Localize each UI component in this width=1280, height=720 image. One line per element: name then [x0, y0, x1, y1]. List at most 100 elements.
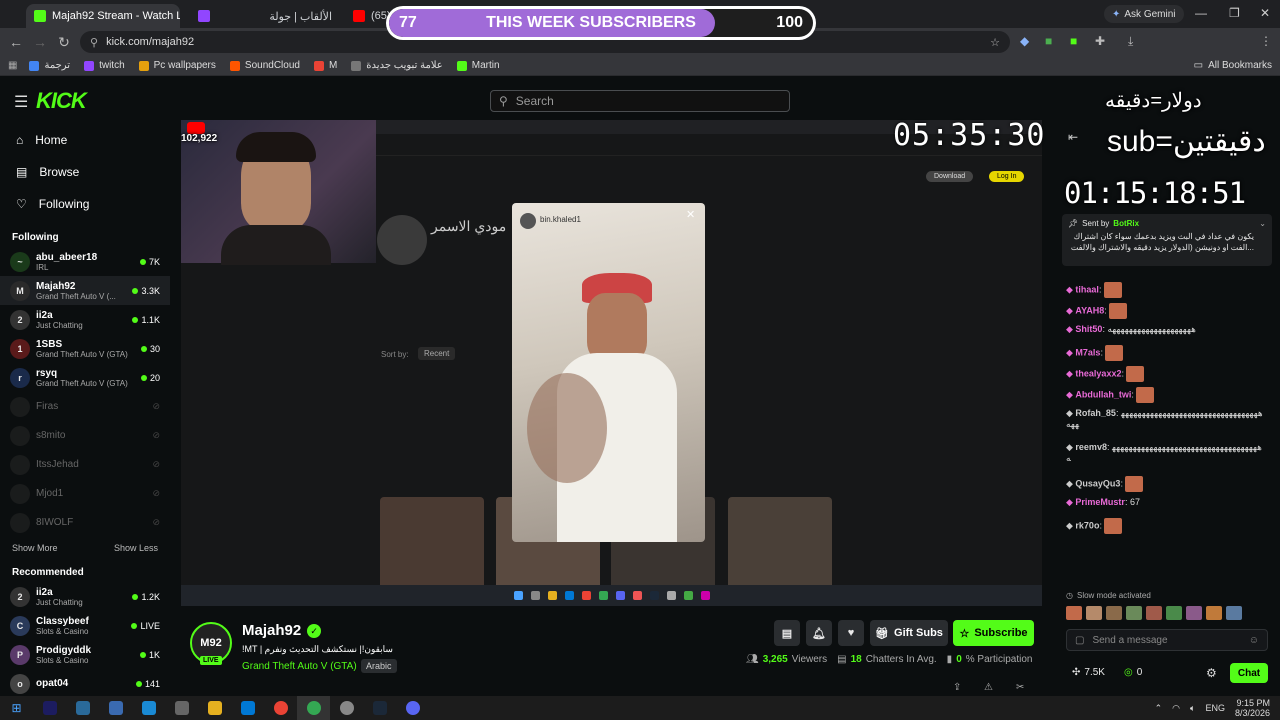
taskbar-app[interactable]	[66, 696, 99, 720]
emote-icon[interactable]	[1146, 606, 1162, 620]
chat-send-button[interactable]: Chat	[1230, 663, 1268, 683]
emote-icon[interactable]	[1106, 606, 1122, 620]
chat-input[interactable]: ▢ Send a message ☺	[1066, 629, 1268, 651]
nav-home[interactable]: ⌂ Home	[0, 124, 170, 156]
ask-gemini-button[interactable]: ✦ Ask Gemini	[1104, 5, 1184, 23]
show-more-button[interactable]: Show More	[12, 543, 58, 553]
site-info-icon[interactable]: ⚲	[90, 36, 98, 49]
bookmark-item[interactable]: علامة تبويب جديدة	[351, 60, 443, 71]
sidebar-channel-offline[interactable]: Mjod1 ⊘	[0, 479, 170, 508]
stream-category[interactable]: Grand Theft Auto V (GTA)	[242, 661, 357, 672]
reload-icon[interactable]: ↻	[52, 34, 76, 51]
chat-username[interactable]: reemv8	[1075, 442, 1107, 452]
report-icon[interactable]: ⚠	[984, 682, 993, 693]
back-icon[interactable]: ←	[4, 34, 28, 50]
kick-logo[interactable]: KICK	[36, 88, 87, 114]
taskbar-app[interactable]	[363, 696, 396, 720]
chat-username[interactable]: tihaal	[1075, 284, 1099, 294]
chat-username[interactable]: PrimeMustr	[1075, 497, 1125, 507]
language-tag[interactable]: Arabic	[361, 659, 397, 673]
notification-button[interactable]: 🔔︎	[806, 620, 832, 646]
sidebar-channel[interactable]: P Prodigyddk Slots & Casino 1K	[0, 640, 170, 669]
sidebar-channel[interactable]: M Majah92 Grand Theft Auto V (... 3.3K	[0, 276, 170, 305]
forward-icon[interactable]: →	[28, 34, 52, 50]
chat-username[interactable]: thealyaxx2	[1075, 368, 1121, 378]
channel-name[interactable]: Majah92	[242, 622, 301, 639]
chat-username[interactable]: QusayQu3	[1075, 478, 1120, 488]
taskbar-app[interactable]	[330, 696, 363, 720]
sidebar-channel-offline[interactable]: s8mito ⊘	[0, 421, 170, 450]
extensions-puzzle-icon[interactable]: ✚	[1095, 34, 1105, 48]
clock-widget[interactable]: 9:15 PM 8/3/2026	[1235, 698, 1270, 718]
channel-points[interactable]: ◎ 0	[1124, 667, 1142, 678]
menu-kebab-icon[interactable]: ⋮	[1260, 34, 1272, 48]
sidebar-channel[interactable]: C Classybeef Slots & Casino LIVE	[0, 611, 170, 640]
maximize-icon[interactable]: ❐	[1229, 6, 1240, 20]
tray-chevron-icon[interactable]: ⌃	[1155, 703, 1163, 714]
emote-icon[interactable]	[1166, 606, 1182, 620]
sidebar-channel-offline[interactable]: Firas ⊘	[0, 392, 170, 421]
wifi-icon[interactable]: ◠	[1172, 703, 1180, 714]
follow-button[interactable]: ♥	[838, 620, 864, 646]
emote-icon[interactable]	[1066, 606, 1082, 620]
sidebar-channel[interactable]: 1 1SBS Grand Theft Auto V (GTA) 30	[0, 334, 170, 363]
nav-browse[interactable]: ▤ Browse	[0, 156, 170, 188]
apps-grid-icon[interactable]: ▦	[8, 60, 17, 71]
extension-icon[interactable]: ◆	[1020, 34, 1029, 48]
theater-mode-button[interactable]: ▤	[774, 620, 800, 646]
taskbar-app[interactable]	[198, 696, 231, 720]
chat-username[interactable]: Rofah_85	[1075, 408, 1116, 418]
emote-icon[interactable]	[1086, 606, 1102, 620]
emote-icon[interactable]	[1226, 606, 1242, 620]
sidebar-channel-offline[interactable]: ItssJehad ⊘	[0, 450, 170, 479]
taskbar-app[interactable]	[264, 696, 297, 720]
chat-username[interactable]: Abdullah_twi	[1075, 389, 1131, 399]
collapse-chat-icon[interactable]: ⇤	[1068, 130, 1078, 144]
emoji-icon[interactable]: ☺	[1249, 635, 1259, 646]
taskbar-app[interactable]	[33, 696, 66, 720]
search-input[interactable]: ⚲ Search	[490, 90, 790, 112]
browser-tab-active[interactable]: Majah92 Stream - Watch Live o ✕	[26, 4, 180, 28]
taskbar-app[interactable]	[231, 696, 264, 720]
kicks-balance[interactable]: ✣ 7.5K	[1072, 667, 1105, 678]
bookmark-item[interactable]: Pc wallpapers	[138, 60, 216, 71]
bookmark-item[interactable]: twitch	[84, 60, 125, 71]
expand-icon[interactable]: ⌄	[1259, 219, 1266, 228]
taskbar-app[interactable]	[396, 696, 429, 720]
chat-username[interactable]: rk70o	[1075, 520, 1099, 530]
nav-following[interactable]: ♡ Following	[0, 188, 170, 220]
taskbar-app[interactable]	[99, 696, 132, 720]
extension-icon[interactable]: ■	[1070, 34, 1077, 48]
chat-settings-gear-icon[interactable]: ⚙	[1206, 666, 1217, 680]
keyboard-language[interactable]: ENG	[1205, 703, 1225, 713]
chat-username[interactable]: Shit50	[1075, 324, 1102, 334]
emote-icon[interactable]	[1186, 606, 1202, 620]
sidebar-channel[interactable]: 2 ii2a Just Chatting 1.2K	[0, 582, 170, 611]
clip-icon[interactable]: ✂	[1016, 682, 1024, 693]
chat-username[interactable]: M7als	[1075, 347, 1100, 357]
extension-icon[interactable]: ■	[1045, 34, 1052, 48]
emote-icon[interactable]	[1126, 606, 1142, 620]
bookmark-item[interactable]: SoundCloud	[229, 60, 300, 71]
sidebar-channel[interactable]: ~ abu_abeer18 IRL 7K	[0, 247, 170, 276]
bookmark-item[interactable]: Martin	[456, 60, 500, 71]
sidebar-channel[interactable]: o opat04 141	[0, 669, 170, 698]
minimize-icon[interactable]: —	[1195, 6, 1207, 20]
sidebar-channel[interactable]: 2 ii2a Just Chatting 1.1K	[0, 305, 170, 334]
start-button[interactable]: ⊞	[0, 696, 33, 720]
download-icon[interactable]: ⤓	[1128, 34, 1133, 49]
taskbar-app[interactable]	[165, 696, 198, 720]
bookmark-item[interactable]: ترجمة	[29, 60, 70, 71]
chat-username[interactable]: AYAH8	[1075, 305, 1104, 315]
share-icon[interactable]: ⇪	[953, 682, 961, 693]
bookmark-item[interactable]: M	[313, 60, 337, 71]
gift-subs-button[interactable]: 🎁︎ Gift Subs	[870, 620, 948, 646]
subscribe-button[interactable]: ☆ Subscribe	[953, 620, 1034, 646]
hamburger-menu-icon[interactable]: ☰	[14, 92, 28, 112]
browser-tab[interactable]: الألقاب | جولة	[190, 4, 340, 28]
all-bookmarks-button[interactable]: ▭ All Bookmarks	[1194, 60, 1272, 71]
bookmark-star-icon[interactable]: ☆	[990, 36, 1000, 49]
sidebar-channel[interactable]: r rsyq Grand Theft Auto V (GTA) 20	[0, 363, 170, 392]
taskbar-app-active[interactable]	[297, 696, 330, 720]
show-less-button[interactable]: Show Less	[114, 543, 158, 553]
